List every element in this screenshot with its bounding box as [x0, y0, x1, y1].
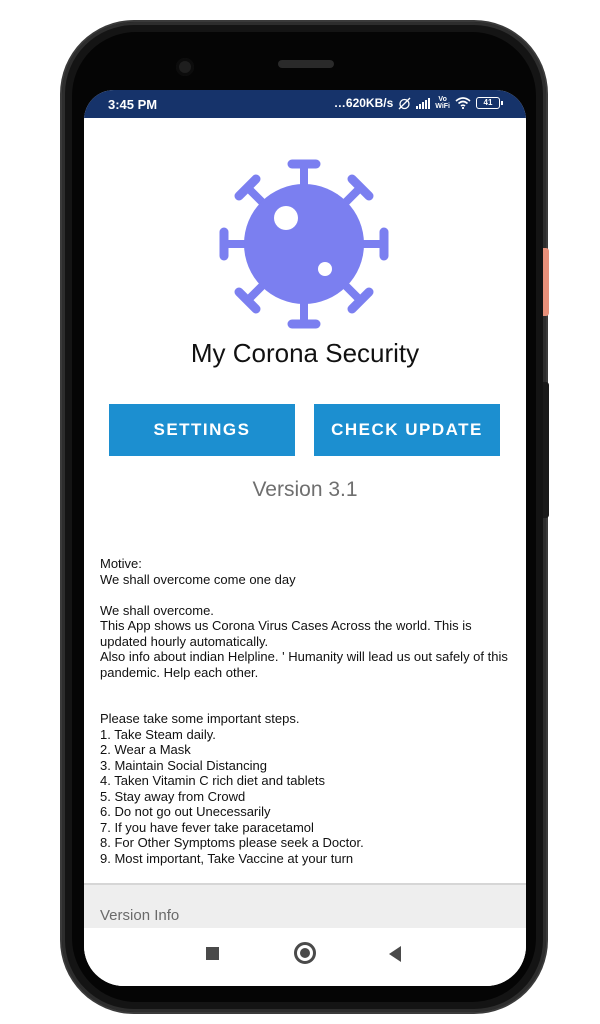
app-screen: 3:45 PM …620KB/s Vo WiFi 41 My Corona Se… [84, 90, 526, 986]
status-time: 3:45 PM [108, 97, 158, 112]
navigation-bar [84, 928, 526, 986]
battery-icon: 41 [476, 97, 503, 109]
vowifi-top: Vo [438, 96, 447, 103]
vowifi-icon: Vo WiFi [435, 96, 450, 110]
version-label: Version 3.1 [252, 478, 358, 501]
power-button [543, 248, 549, 316]
battery-level: 41 [483, 98, 493, 107]
status-indicators: …620KB/s Vo WiFi 41 [333, 96, 503, 110]
settings-button[interactable]: SETTINGS [109, 404, 295, 456]
version-info-label: Version Info [100, 907, 180, 924]
home-circle-icon[interactable] [294, 942, 316, 964]
back-triangle-icon[interactable] [389, 946, 401, 962]
vowifi-bottom: WiFi [435, 103, 450, 110]
signal-icon [416, 97, 431, 109]
virus-icon [219, 159, 389, 329]
recents-square-icon[interactable] [206, 947, 219, 960]
front-camera [176, 58, 194, 76]
motive-text: Motive: We shall overcome come one day W… [100, 556, 508, 866]
app-title: My Corona Security [190, 338, 420, 368]
wifi-icon [455, 97, 471, 109]
check-update-button[interactable]: CHECK UPDATE [314, 404, 500, 456]
network-speed: …620KB/s [333, 96, 394, 110]
status-bar: 3:45 PM …620KB/s Vo WiFi 41 [84, 90, 526, 118]
volume-button [543, 382, 549, 518]
earpiece-speaker [278, 60, 334, 68]
alarm-muted-icon [398, 97, 411, 109]
